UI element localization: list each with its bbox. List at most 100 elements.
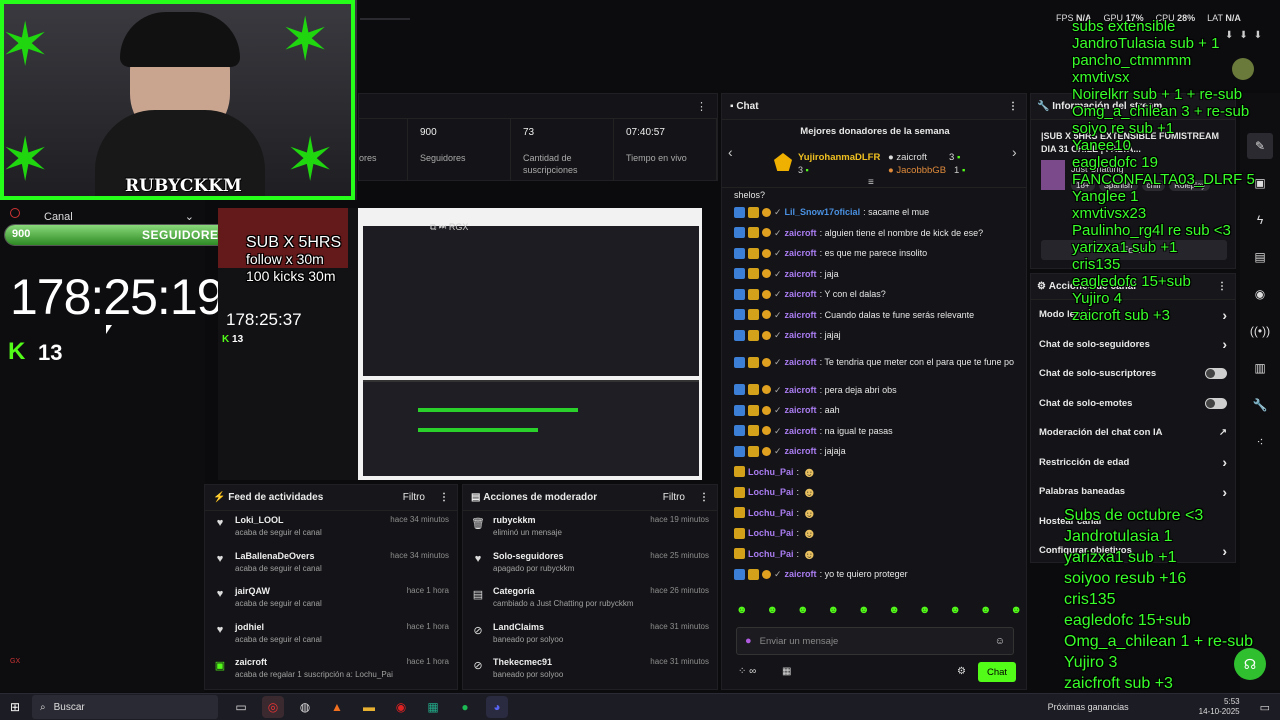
emote-icon[interactable]: ☻ <box>1010 604 1022 620</box>
notification-icon[interactable]: ▭ <box>1260 701 1270 714</box>
chat-username[interactable]: zaicroft <box>785 441 817 462</box>
channel-action-item[interactable]: Chat de solo-emotes <box>1031 389 1235 419</box>
leaf-icon: ✶ <box>285 126 336 193</box>
emote-icon[interactable]: ☻ <box>888 604 900 620</box>
taskbar-clock[interactable]: 5:53 14-10-2025 <box>1199 697 1240 717</box>
chat-username[interactable]: Lil_Snow17oficial <box>785 202 861 223</box>
item-name: jodhiel <box>235 621 264 632</box>
chat-username[interactable]: zaicroft <box>785 223 817 244</box>
overlay-sub-line: subs extensible <box>1072 18 1176 35</box>
chat-text: : es que me parece insolito <box>819 248 928 258</box>
toggle-switch[interactable] <box>1205 397 1227 409</box>
app-icon[interactable]: ▲ <box>326 696 348 718</box>
taskbar-notification[interactable]: Próximas ganancias <box>1048 702 1129 712</box>
mod-action-item[interactable]: ⊘ LandClaims baneado por solyoo hace 31 min… <box>463 618 717 654</box>
stat-label: Tiempo en vivo <box>626 153 687 163</box>
emote-icon[interactable]: ☻ <box>858 604 870 620</box>
store-icon[interactable]: ▦ <box>782 666 791 677</box>
app-icon[interactable]: ◎ <box>262 696 284 718</box>
item-text: zaicroft acaba de regalar 1 suscripción a… <box>235 657 393 679</box>
mod-badge-icon <box>734 227 745 239</box>
chat-username[interactable]: zaicroft <box>785 325 817 346</box>
emote-icon[interactable]: ☻ <box>797 604 809 620</box>
chat-username[interactable]: Lochu_Pai <box>748 482 794 503</box>
canal-selector[interactable]: Canal ⌄ <box>44 210 194 224</box>
more-icon[interactable]: ⋮ <box>439 492 449 503</box>
chat-username[interactable]: zaicroft <box>785 305 817 326</box>
chat-username[interactable]: zaicroft <box>785 564 817 585</box>
crown-badge-icon <box>748 329 759 341</box>
feed-item[interactable]: ♥ Loki_LOOL acaba de seguir el canal hace 3… <box>205 511 457 547</box>
microphone-icon[interactable]: ● <box>745 635 752 647</box>
chat-username[interactable]: zaicroft <box>785 264 817 285</box>
emote-icon[interactable]: ☻ <box>736 604 748 620</box>
emote-icon[interactable]: ☻ <box>766 604 778 620</box>
folder-icon[interactable]: ▬ <box>358 696 380 718</box>
chat-username[interactable]: zaicroft <box>785 380 817 401</box>
chat-username[interactable]: Lochu_Pai <box>748 462 794 483</box>
feed-item[interactable]: ♥ jodhiel acaba de seguir el canal hace 1 h… <box>205 618 457 654</box>
chat-text: : aah <box>819 405 840 415</box>
feed-item[interactable]: ♥ LaBallenaDeOvers acaba de seguir el cana… <box>205 547 457 583</box>
feed-item[interactable]: ♥ jairQAW acaba de seguir el canal hace 1 h… <box>205 582 457 618</box>
mod-action-item[interactable]: ▤ Categoría cambiado a Just Chatting por r… <box>463 582 717 618</box>
mod-badge-icon <box>734 568 745 580</box>
item-time: hace 31 minutos <box>650 657 709 666</box>
infinity-icon[interactable]: ⁘ ∞ <box>738 666 756 677</box>
verified-icon: ✓ <box>774 357 782 367</box>
chat-username[interactable]: Lochu_Pai <box>748 523 794 544</box>
layout-icon[interactable]: ▥ <box>1247 355 1273 381</box>
chat-username[interactable]: Lochu_Pai <box>748 503 794 524</box>
chevron-right-icon[interactable]: › <box>1012 144 1017 160</box>
taskbar-search[interactable]: ⌕ Buscar <box>32 695 218 719</box>
channel-action-item[interactable]: Chat de solo-suscriptores <box>1031 359 1235 389</box>
chat-username[interactable]: zaicroft <box>785 400 817 421</box>
more-icon[interactable]: ⋮ <box>1008 101 1018 112</box>
mod-filter-button[interactable]: Filtro <box>663 492 685 503</box>
collapse-icon[interactable]: ≡ <box>868 177 874 188</box>
stream-preview[interactable]: SUB X 5HRS follow x 30m 100 kicks 30m 17… <box>218 208 702 480</box>
wrench-icon[interactable]: 🔧 <box>1247 392 1273 418</box>
store-icon[interactable]: ▦ <box>422 696 444 718</box>
more-icon[interactable]: ⋮ <box>359 94 717 118</box>
overlay-sub-line: xmvtivsx <box>1072 69 1130 86</box>
obs-icon[interactable]: ◍ <box>294 696 316 718</box>
emote-icon[interactable]: ☻ <box>980 604 992 620</box>
channel-action-item[interactable]: Restricción de edad › <box>1031 448 1235 478</box>
heart-icon: ♥ <box>216 623 224 636</box>
ban-icon: ⊘ <box>473 624 483 637</box>
discord-icon[interactable]: ◕ <box>486 696 508 718</box>
opera-gx-icon[interactable]: ◉ <box>390 696 412 718</box>
chat-send-button[interactable]: Chat <box>978 662 1016 682</box>
spotify-icon[interactable]: ● <box>454 696 476 718</box>
nodes-icon[interactable]: ⁖ <box>1247 429 1273 455</box>
chat-username[interactable]: zaicroft <box>785 284 817 305</box>
chat-username[interactable]: Lochu_Pai <box>748 544 794 565</box>
channel-action-item[interactable]: Palabras baneadas › <box>1031 477 1235 507</box>
feed-item[interactable]: ▣ zaicroft acaba de regalar 1 suscripción … <box>205 653 457 689</box>
windows-start-icon[interactable]: ⊞ <box>4 696 26 718</box>
channel-action-item[interactable]: Chat de solo-seguidores › <box>1031 330 1235 360</box>
chat-username[interactable]: zaicroft <box>785 421 817 442</box>
emote-icon[interactable]: ☻ <box>827 604 839 620</box>
channel-action-item[interactable]: Moderación del chat con IA ↗ <box>1031 418 1235 448</box>
toggle-switch[interactable] <box>1205 368 1227 380</box>
mod-action-item[interactable]: ⊘ Thekecmec91 baneado por solyoo hace 31 mi… <box>463 653 717 689</box>
settings-gear-icon[interactable]: ⚙ <box>957 666 966 677</box>
preview-controls-icon[interactable]: ⧉ ⏭ RGX <box>430 222 468 233</box>
emoji-icon[interactable]: ☺ <box>995 636 1005 647</box>
task-view-icon[interactable]: ▭ <box>230 696 252 718</box>
emote-icon[interactable]: ☻ <box>949 604 961 620</box>
chat-input[interactable]: ● Enviar un mensaje ☺ <box>736 627 1014 655</box>
mod-action-item[interactable]: 🗑 rubyckkm eliminó un mensaje hace 19 minut… <box>463 511 717 547</box>
feed-filter-button[interactable]: Filtro <box>403 492 425 503</box>
chat-username[interactable]: zaicroft <box>785 243 817 264</box>
verified-icon: ✓ <box>774 207 782 217</box>
mod-action-item[interactable]: ♥ Solo-seguidores apagado por rubyckkm hace… <box>463 547 717 583</box>
emote-icon[interactable]: ☻ <box>919 604 931 620</box>
item-detail: apagado por rubyckkm <box>493 563 575 573</box>
chevron-left-icon[interactable]: ‹ <box>728 144 733 160</box>
overlay-sub-line: eagledofc 15+sub <box>1064 612 1191 629</box>
more-icon[interactable]: ⋮ <box>699 492 709 503</box>
chat-username[interactable]: zaicroft <box>785 356 817 369</box>
